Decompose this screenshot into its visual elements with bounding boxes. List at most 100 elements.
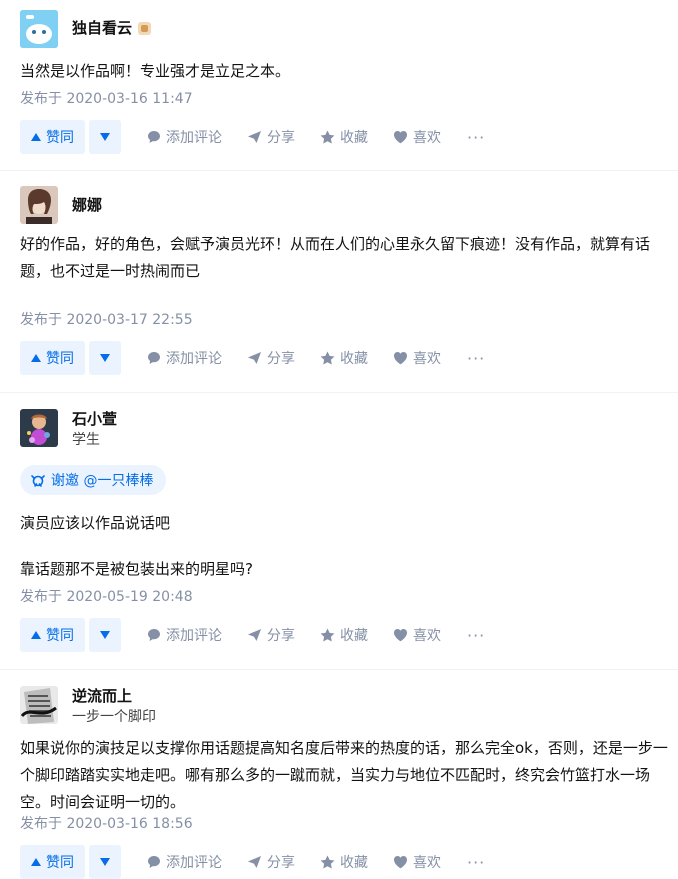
action-bar: 赞同 添加评论 分享 收藏 喜欢 ··· — [20, 341, 485, 375]
publish-time[interactable]: 发布于 2020-03-17 22:55 — [20, 310, 193, 330]
more-button[interactable]: ··· — [467, 626, 485, 645]
content-paragraph: 靠话题那不是被包装出来的明星吗? — [20, 560, 253, 578]
share-icon — [248, 352, 261, 364]
like-button[interactable]: 喜欢 — [393, 348, 441, 368]
share-label: 分享 — [267, 628, 295, 644]
upvote-label: 赞同 — [46, 130, 74, 146]
share-icon — [248, 629, 261, 641]
triangle-down-icon — [100, 133, 110, 141]
triangle-down-icon — [100, 858, 110, 866]
action-bar: 赞同 添加评论 分享 收藏 喜欢 ··· — [20, 845, 485, 879]
comment-icon — [148, 131, 160, 143]
star-icon — [320, 130, 335, 144]
invite-label: 谢邀 @一只棒棒 — [51, 473, 154, 489]
collect-button[interactable]: 收藏 — [320, 852, 368, 872]
author-name[interactable]: 逆流而上 — [72, 686, 156, 706]
author-name-text[interactable]: 娜娜 — [72, 195, 102, 215]
collect-button[interactable]: 收藏 — [320, 348, 368, 368]
author-name[interactable]: 娜娜 — [72, 195, 102, 215]
answer-item: 独自看云 当然是以作品啊！专业强才是立足之本。 发布于 2020-03-16 1… — [0, 0, 678, 171]
more-button[interactable]: ··· — [467, 128, 485, 147]
collect-label: 收藏 — [340, 351, 368, 367]
content-paragraph: 演员应该以作品说话吧 — [20, 514, 171, 532]
collect-label: 收藏 — [340, 130, 368, 146]
author-name-text[interactable]: 逆流而上 — [72, 686, 132, 706]
avatar[interactable] — [20, 10, 58, 48]
comment-label: 添加评论 — [166, 130, 222, 146]
star-icon — [320, 855, 335, 869]
badge-icon — [138, 21, 152, 35]
like-label: 喜欢 — [413, 855, 441, 871]
star-icon — [320, 628, 335, 642]
more-button[interactable]: ··· — [467, 349, 485, 368]
avatar[interactable] — [20, 409, 58, 447]
comment-button[interactable]: 添加评论 — [147, 348, 222, 368]
comment-label: 添加评论 — [166, 351, 222, 367]
comment-icon — [148, 856, 160, 868]
invite-icon — [31, 475, 45, 487]
share-label: 分享 — [267, 855, 295, 871]
share-button[interactable]: 分享 — [247, 348, 295, 368]
downvote-button[interactable] — [89, 120, 121, 154]
triangle-up-icon — [31, 858, 41, 866]
invite-tag[interactable]: 谢邀 @一只棒棒 — [20, 465, 167, 495]
downvote-button[interactable] — [89, 845, 121, 879]
like-label: 喜欢 — [413, 130, 441, 146]
publish-time[interactable]: 发布于 2020-05-19 20:48 — [20, 587, 193, 607]
collect-label: 收藏 — [340, 628, 368, 644]
like-button[interactable]: 喜欢 — [393, 127, 441, 147]
comment-button[interactable]: 添加评论 — [147, 852, 222, 872]
author-name-text[interactable]: 独自看云 — [72, 18, 132, 38]
avatar[interactable] — [20, 186, 58, 224]
triangle-up-icon — [31, 631, 41, 639]
upvote-label: 赞同 — [46, 351, 74, 367]
author-headline: 学生 — [72, 432, 100, 448]
collect-button[interactable]: 收藏 — [320, 625, 368, 645]
author-name[interactable]: 石小萱 — [72, 409, 117, 429]
content-paragraph: 好的作品，好的角色，会赋予演员光环！从而在人们的心里永久留下痕迹！没有作品，就算… — [20, 235, 651, 280]
upvote-label: 赞同 — [46, 855, 74, 871]
answer-author: 逆流而上 一步一个脚印 — [20, 686, 156, 727]
answer-content: 好的作品，好的角色，会赋予演员光环！从而在人们的心里永久留下痕迹！没有作品，就算… — [20, 231, 668, 285]
heart-icon — [394, 856, 407, 869]
share-button[interactable]: 分享 — [247, 127, 295, 147]
upvote-button[interactable]: 赞同 — [20, 618, 85, 652]
comment-button[interactable]: 添加评论 — [147, 127, 222, 147]
share-icon — [248, 131, 261, 143]
comment-button[interactable]: 添加评论 — [147, 625, 222, 645]
star-icon — [320, 351, 335, 365]
triangle-down-icon — [100, 631, 110, 639]
publish-time[interactable]: 发布于 2020-03-16 11:47 — [20, 89, 193, 109]
comment-icon — [148, 352, 160, 364]
comment-label: 添加评论 — [166, 628, 222, 644]
downvote-button[interactable] — [89, 618, 121, 652]
author-headline: 一步一个脚印 — [72, 709, 156, 725]
content-paragraph: 当然是以作品啊！专业强才是立足之本。 — [20, 62, 291, 80]
triangle-up-icon — [31, 133, 41, 141]
upvote-button[interactable]: 赞同 — [20, 120, 85, 154]
upvote-button[interactable]: 赞同 — [20, 341, 85, 375]
avatar[interactable] — [20, 686, 58, 724]
more-button[interactable]: ··· — [467, 853, 485, 872]
collect-label: 收藏 — [340, 855, 368, 871]
upvote-button[interactable]: 赞同 — [20, 845, 85, 879]
answer-author: 娜娜 — [20, 186, 102, 224]
share-icon — [248, 856, 261, 868]
author-name[interactable]: 独自看云 — [72, 18, 152, 38]
share-label: 分享 — [267, 130, 295, 146]
share-button[interactable]: 分享 — [247, 625, 295, 645]
answer-author: 独自看云 — [20, 10, 152, 48]
collect-button[interactable]: 收藏 — [320, 127, 368, 147]
publish-time[interactable]: 发布于 2020-03-16 18:56 — [20, 814, 193, 834]
like-button[interactable]: 喜欢 — [393, 625, 441, 645]
action-bar: 赞同 添加评论 分享 收藏 喜欢 ··· — [20, 120, 485, 154]
author-name-text[interactable]: 石小萱 — [72, 409, 117, 429]
like-button[interactable]: 喜欢 — [393, 852, 441, 872]
comment-icon — [148, 629, 160, 641]
answer-content: 演员应该以作品说话吧 靠话题那不是被包装出来的明星吗? — [20, 510, 253, 583]
share-button[interactable]: 分享 — [247, 852, 295, 872]
share-label: 分享 — [267, 351, 295, 367]
downvote-button[interactable] — [89, 341, 121, 375]
upvote-label: 赞同 — [46, 628, 74, 644]
answer-item: 石小萱 学生 谢邀 @一只棒棒 演员应该以作品说话吧 靠话题那不是被包装出来的明… — [0, 393, 678, 670]
